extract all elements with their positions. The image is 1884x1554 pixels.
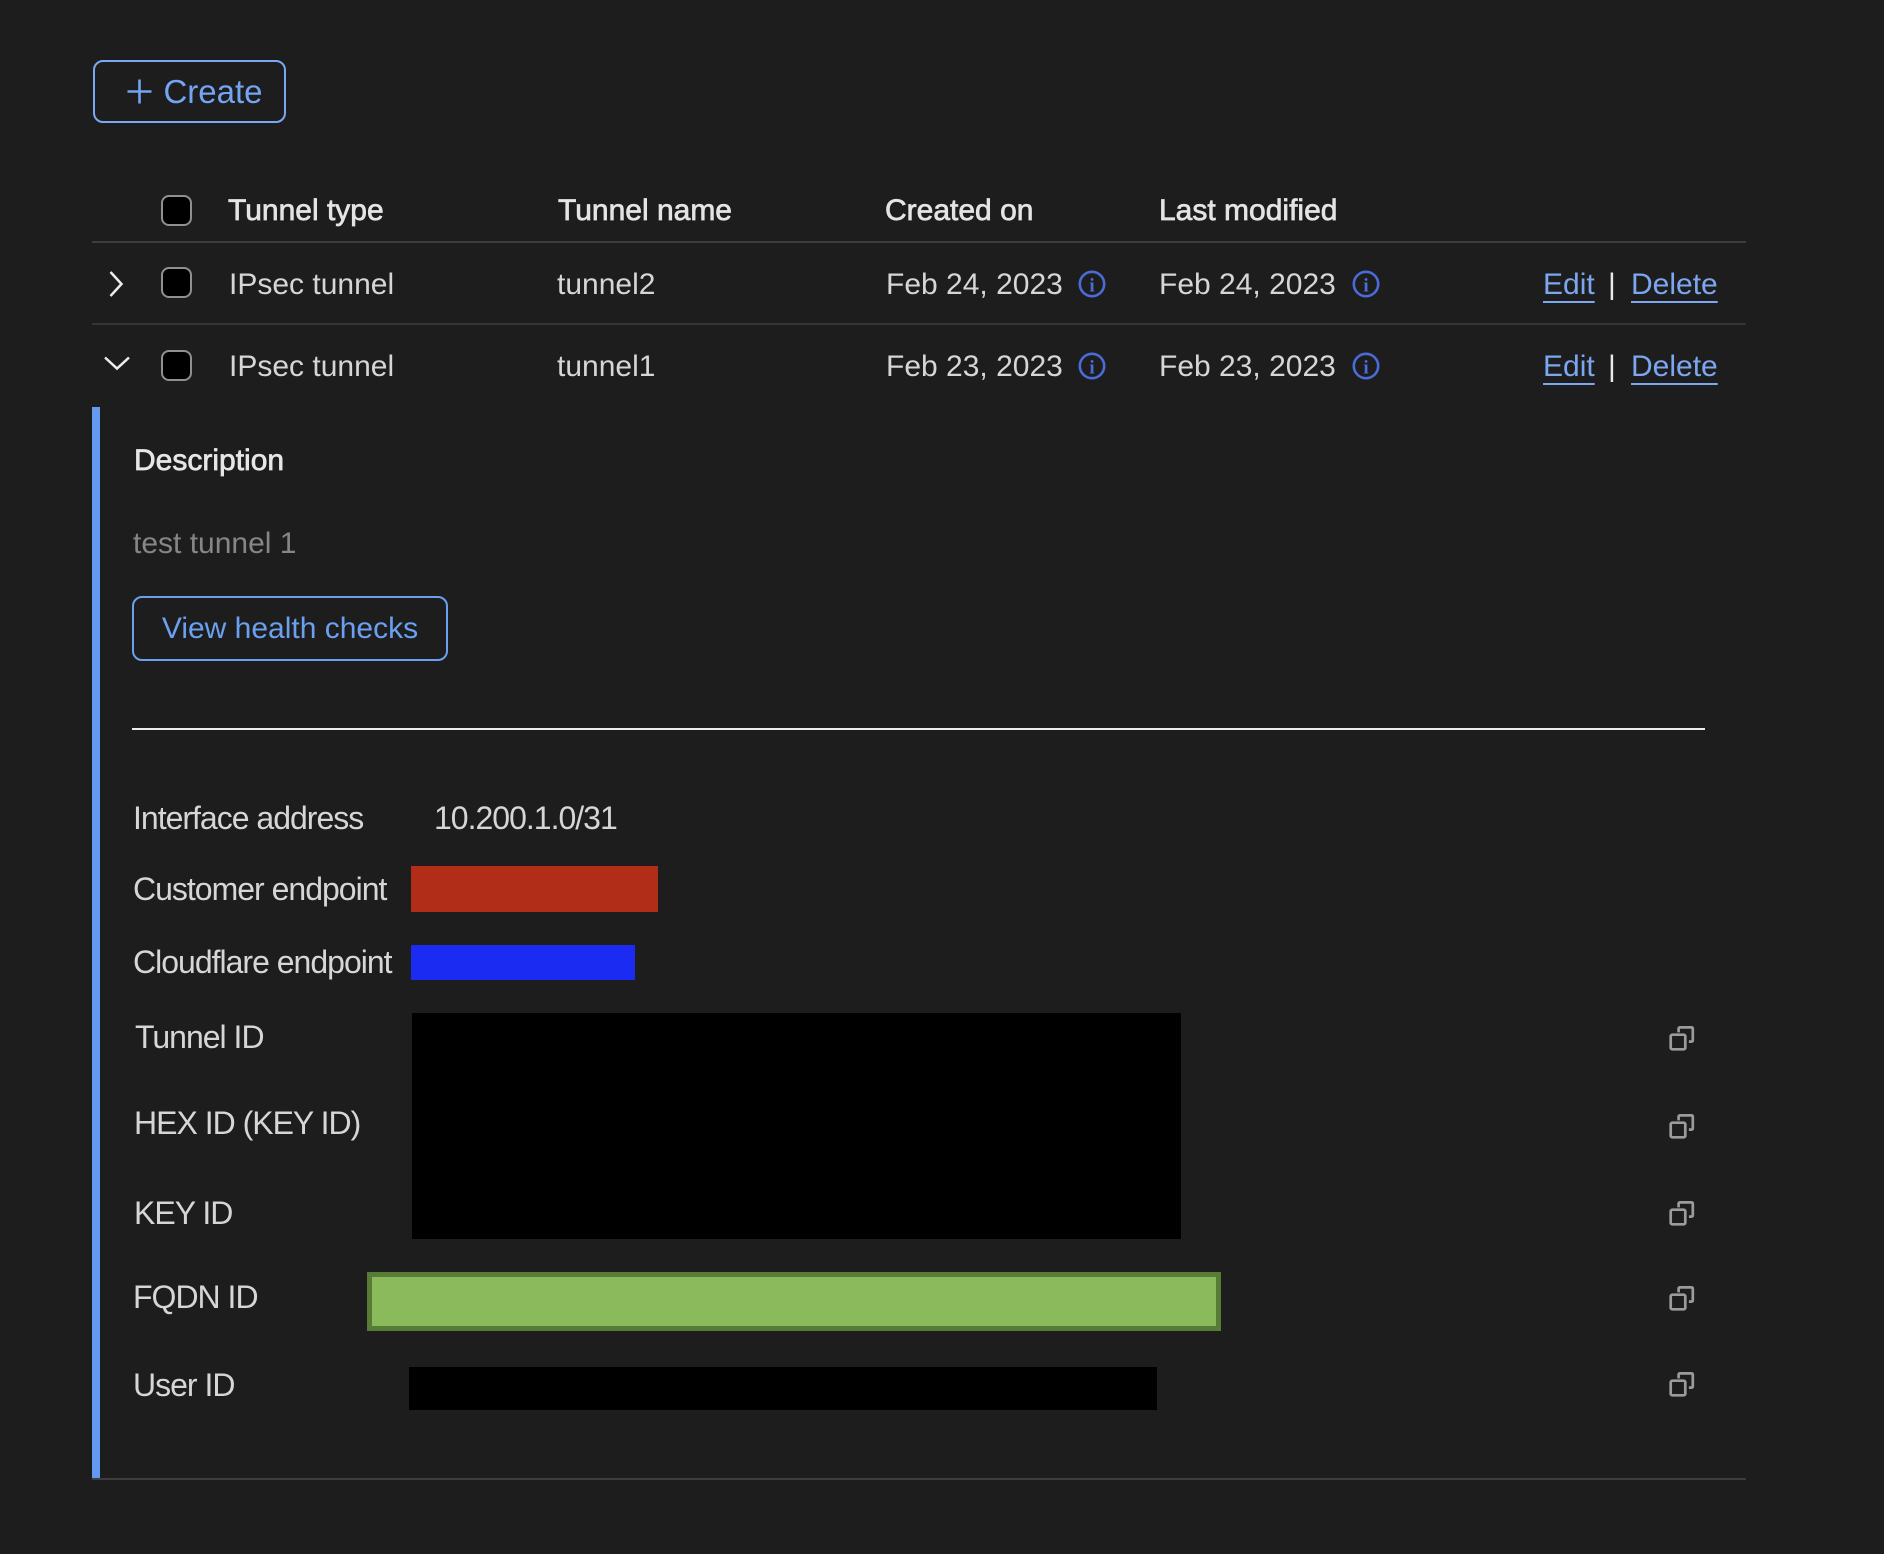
svg-text:i: i: [1089, 276, 1094, 297]
svg-text:i: i: [1363, 358, 1368, 379]
svg-text:i: i: [1363, 276, 1368, 297]
svg-text:i: i: [1089, 358, 1094, 379]
